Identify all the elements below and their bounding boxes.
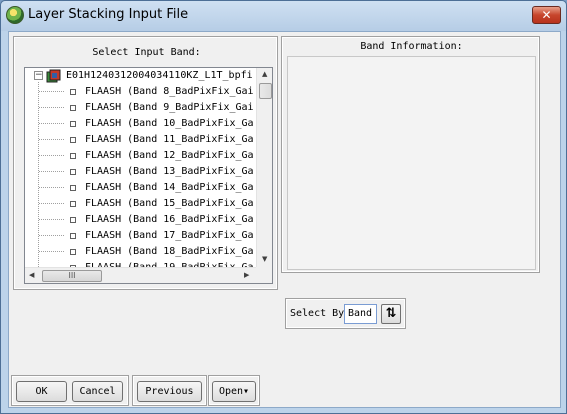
select-input-band-label: Select Input Band: <box>92 47 201 58</box>
band-tree[interactable]: − E01H1240312004034110KZ_L1T_bpfi FLAASH… <box>24 67 273 284</box>
band-icon <box>70 121 76 127</box>
band-icon <box>70 89 76 95</box>
band-item[interactable]: FLAASH (Band 16_BadPixFix_Ga <box>85 212 254 228</box>
scroll-down-arrow-icon[interactable]: ▼ <box>262 255 267 263</box>
band-information-group: Band Information: <box>281 36 540 273</box>
sort-toggle-icon[interactable]: ⇅ <box>381 304 401 324</box>
band-icon <box>70 185 76 191</box>
band-item[interactable]: FLAASH (Band 14_BadPixFix_Ga <box>85 180 254 196</box>
band-icon <box>70 233 76 239</box>
band-item[interactable]: FLAASH (Band 8_BadPixFix_Gai <box>85 84 254 100</box>
select-by-value[interactable]: Band <box>344 304 377 324</box>
ok-button[interactable]: OK <box>16 381 67 402</box>
dialog-body: Select Input Band: − E01H124031200403411… <box>8 31 561 408</box>
band-icon <box>70 105 76 111</box>
dropdown-arrow-icon: ▾ <box>243 386 250 397</box>
vertical-scroll-thumb[interactable] <box>259 83 272 99</box>
select-by-label: Select By <box>290 308 345 319</box>
scroll-left-arrow-icon[interactable]: ◀ <box>29 271 34 279</box>
band-information-box <box>287 56 536 270</box>
envi-globe-icon <box>6 6 24 24</box>
band-icon <box>70 249 76 255</box>
collapse-node-icon[interactable]: − <box>34 71 43 80</box>
band-icon <box>70 201 76 207</box>
select-input-band-group: Select Input Band: − E01H124031200403411… <box>13 36 278 290</box>
tree-connector-lines <box>38 82 65 268</box>
band-icon <box>70 137 76 143</box>
band-item[interactable]: FLAASH (Band 10_BadPixFix_Ga <box>85 116 254 132</box>
band-item[interactable]: FLAASH (Band 11_BadPixFix_Ga <box>85 132 254 148</box>
band-item[interactable]: FLAASH (Band 13_BadPixFix_Ga <box>85 164 254 180</box>
tree-root-file[interactable]: E01H1240312004034110KZ_L1T_bpfi <box>66 68 253 84</box>
previous-button[interactable]: Previous <box>137 381 202 402</box>
band-item[interactable]: FLAASH (Band 15_BadPixFix_Ga <box>85 196 254 212</box>
title-bar[interactable]: Layer Stacking Input File ✕ <box>1 1 566 31</box>
band-icon <box>70 169 76 175</box>
band-item[interactable]: FLAASH (Band 12_BadPixFix_Ga <box>85 148 254 164</box>
band-item[interactable]: FLAASH (Band 18_BadPixFix_Ga <box>85 244 254 260</box>
band-icon <box>70 217 76 223</box>
open-button-label: Open <box>218 386 244 397</box>
layer-stacking-dialog: Layer Stacking Input File ✕ Select Input… <box>0 0 567 414</box>
select-by-group: Select By Band ⇅ <box>285 298 406 329</box>
ok-cancel-group: OK Cancel <box>11 375 129 406</box>
tree-horizontal-scrollbar[interactable]: ◀ III ▶ <box>25 267 272 283</box>
tree-vertical-scrollbar[interactable]: ▲ ▼ <box>256 68 272 267</box>
band-icon <box>70 153 76 159</box>
scrollbar-corner <box>256 267 272 283</box>
band-information-label: Band Information: <box>360 41 463 52</box>
previous-group: Previous <box>132 375 207 406</box>
cancel-button[interactable]: Cancel <box>72 381 123 402</box>
window-title: Layer Stacking Input File <box>28 7 189 22</box>
open-menu-button[interactable]: Open▾ <box>212 381 256 402</box>
raster-file-icon <box>46 69 61 83</box>
open-group: Open▾ <box>208 375 260 406</box>
horizontal-scroll-thumb[interactable]: III <box>42 270 102 282</box>
close-button[interactable]: ✕ <box>532 6 561 24</box>
scroll-up-arrow-icon[interactable]: ▲ <box>262 70 267 78</box>
band-item[interactable]: FLAASH (Band 17_BadPixFix_Ga <box>85 228 254 244</box>
band-item[interactable]: FLAASH (Band 9_BadPixFix_Gai <box>85 100 254 116</box>
scroll-right-arrow-icon[interactable]: ▶ <box>244 271 249 279</box>
